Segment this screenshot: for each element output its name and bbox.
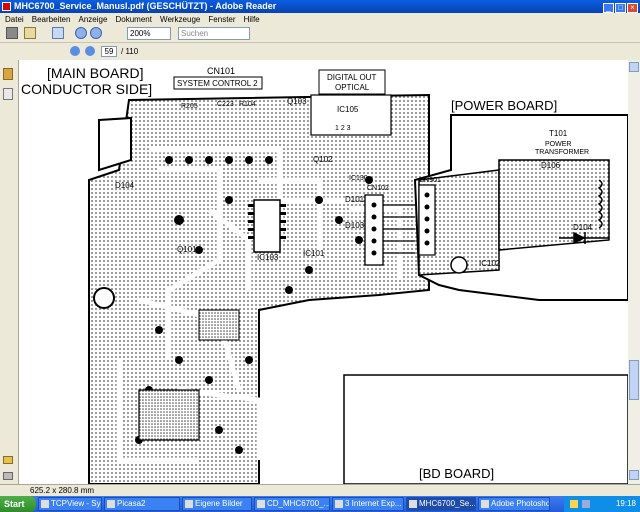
pcb-layout-drawing: [MAIN BOARD] CONDUCTOR SIDE] CN101 SYSTE… bbox=[21, 65, 628, 484]
vertical-scrollbar[interactable] bbox=[628, 60, 640, 484]
network-icon[interactable] bbox=[582, 500, 590, 508]
document-view[interactable]: [MAIN BOARD] CONDUCTOR SIDE] CN101 SYSTE… bbox=[19, 60, 628, 484]
security-lock-icon[interactable] bbox=[3, 68, 13, 80]
navigation-toolbar: 59 / 110 bbox=[0, 43, 640, 61]
label-ic102: IC102 bbox=[479, 259, 501, 268]
next-page-icon[interactable] bbox=[85, 46, 95, 56]
taskbar-item-cd-folder[interactable]: CD_MHC6700_... bbox=[254, 497, 330, 511]
label-ic101: IC101 bbox=[303, 249, 325, 258]
label-cn101: CN101 bbox=[207, 66, 235, 76]
bd-board-title: [BD BOARD] bbox=[419, 466, 494, 481]
label-cn102: CN102 bbox=[367, 185, 389, 192]
search-input[interactable]: Suchen bbox=[178, 27, 250, 40]
label-ic103: IC103 bbox=[257, 253, 279, 262]
close-button[interactable]: × bbox=[627, 3, 638, 13]
adobe-reader-icon bbox=[2, 2, 11, 11]
start-button[interactable]: Start bbox=[0, 496, 36, 512]
hand-tool-icon[interactable] bbox=[52, 27, 64, 39]
email-icon[interactable] bbox=[24, 27, 36, 39]
label-q101: Q101 bbox=[177, 245, 197, 254]
tray-icon[interactable] bbox=[570, 500, 578, 508]
label-pins: 1 2 3 bbox=[335, 125, 351, 132]
label-digital-out: DIGITAL OUT bbox=[327, 73, 376, 82]
label-d104-power: D104 bbox=[573, 223, 593, 232]
menu-bar: Datei Bearbeiten Anzeige Dokument Werkze… bbox=[0, 13, 640, 24]
print-icon[interactable] bbox=[6, 27, 18, 39]
label-t101: T101 bbox=[549, 129, 568, 138]
power-board-title: [POWER BOARD] bbox=[451, 98, 557, 113]
window-controls: _ □ × bbox=[602, 1, 638, 13]
window-title: MHC6700_Service_Manusl.pdf (GESCHÜTZT) -… bbox=[14, 1, 277, 11]
taskbar-item-internet-explorer[interactable]: 3 Internet Exp... bbox=[332, 497, 404, 511]
label-r205: R205 bbox=[181, 103, 198, 110]
left-navigation-pane bbox=[0, 60, 19, 484]
label-q102: Q102 bbox=[313, 155, 333, 164]
taskbar-item-photoshop[interactable]: Adobe Photoshop bbox=[478, 497, 550, 511]
zoom-in-icon[interactable] bbox=[90, 27, 102, 39]
maximize-button[interactable]: □ bbox=[615, 3, 626, 13]
label-transformer: TRANSFORMER bbox=[535, 149, 589, 156]
previous-page-icon[interactable] bbox=[70, 46, 80, 56]
attachments-icon[interactable] bbox=[3, 472, 13, 480]
label-d104-main: D104 bbox=[115, 181, 135, 190]
scroll-up-button[interactable] bbox=[629, 62, 639, 72]
main-board-subtitle: CONDUCTOR SIDE] bbox=[21, 81, 152, 97]
label-power: POWER bbox=[545, 141, 571, 148]
taskbar-item-eigene-bilder[interactable]: Eigene Bilder bbox=[182, 497, 252, 511]
clock: 19:18 bbox=[615, 499, 636, 508]
label-r104: R104 bbox=[239, 101, 256, 108]
label-optical: OPTICAL bbox=[335, 83, 370, 92]
label-d106: D106 bbox=[541, 161, 561, 170]
label-ic105: IC105 bbox=[337, 105, 359, 114]
pages-icon[interactable] bbox=[3, 88, 13, 100]
label-d103: D103 bbox=[345, 221, 365, 230]
page-size-readout: 625.2 x 280.8 mm bbox=[30, 486, 95, 495]
scroll-down-button[interactable] bbox=[629, 470, 639, 480]
page-total: / 110 bbox=[121, 47, 139, 56]
label-cn901: CN901 bbox=[419, 177, 441, 184]
page-number-field[interactable]: 59 bbox=[101, 46, 117, 57]
title-bar: MHC6700_Service_Manusl.pdf (GESCHÜTZT) -… bbox=[0, 0, 640, 13]
taskbar-item-picasa[interactable]: Picasa2 bbox=[104, 497, 180, 511]
taskbar-item-adobe-reader[interactable]: MHC6700_Se... bbox=[406, 497, 476, 511]
label-c223: C223 bbox=[217, 101, 234, 108]
scroll-thumb[interactable] bbox=[629, 360, 639, 400]
main-toolbar: 200% Suchen bbox=[0, 24, 640, 43]
taskbar-item-tcpview[interactable]: TCPView - Sysi... bbox=[38, 497, 102, 511]
label-d101: D101 bbox=[345, 195, 365, 204]
zoom-field[interactable]: 200% bbox=[127, 27, 171, 40]
taskbar: Start TCPView - Sysi... Picasa2 Eigene B… bbox=[0, 496, 640, 512]
label-system-control: SYSTEM CONTROL 2 bbox=[177, 79, 258, 88]
comments-icon[interactable] bbox=[3, 456, 13, 464]
label-q103: Q103 bbox=[287, 97, 307, 106]
main-board-title: [MAIN BOARD] bbox=[47, 65, 143, 81]
system-tray: 19:18 bbox=[564, 496, 640, 512]
label-ic130: IC130 bbox=[349, 175, 368, 182]
minimize-button[interactable]: _ bbox=[603, 3, 614, 13]
zoom-out-icon[interactable] bbox=[75, 27, 87, 39]
